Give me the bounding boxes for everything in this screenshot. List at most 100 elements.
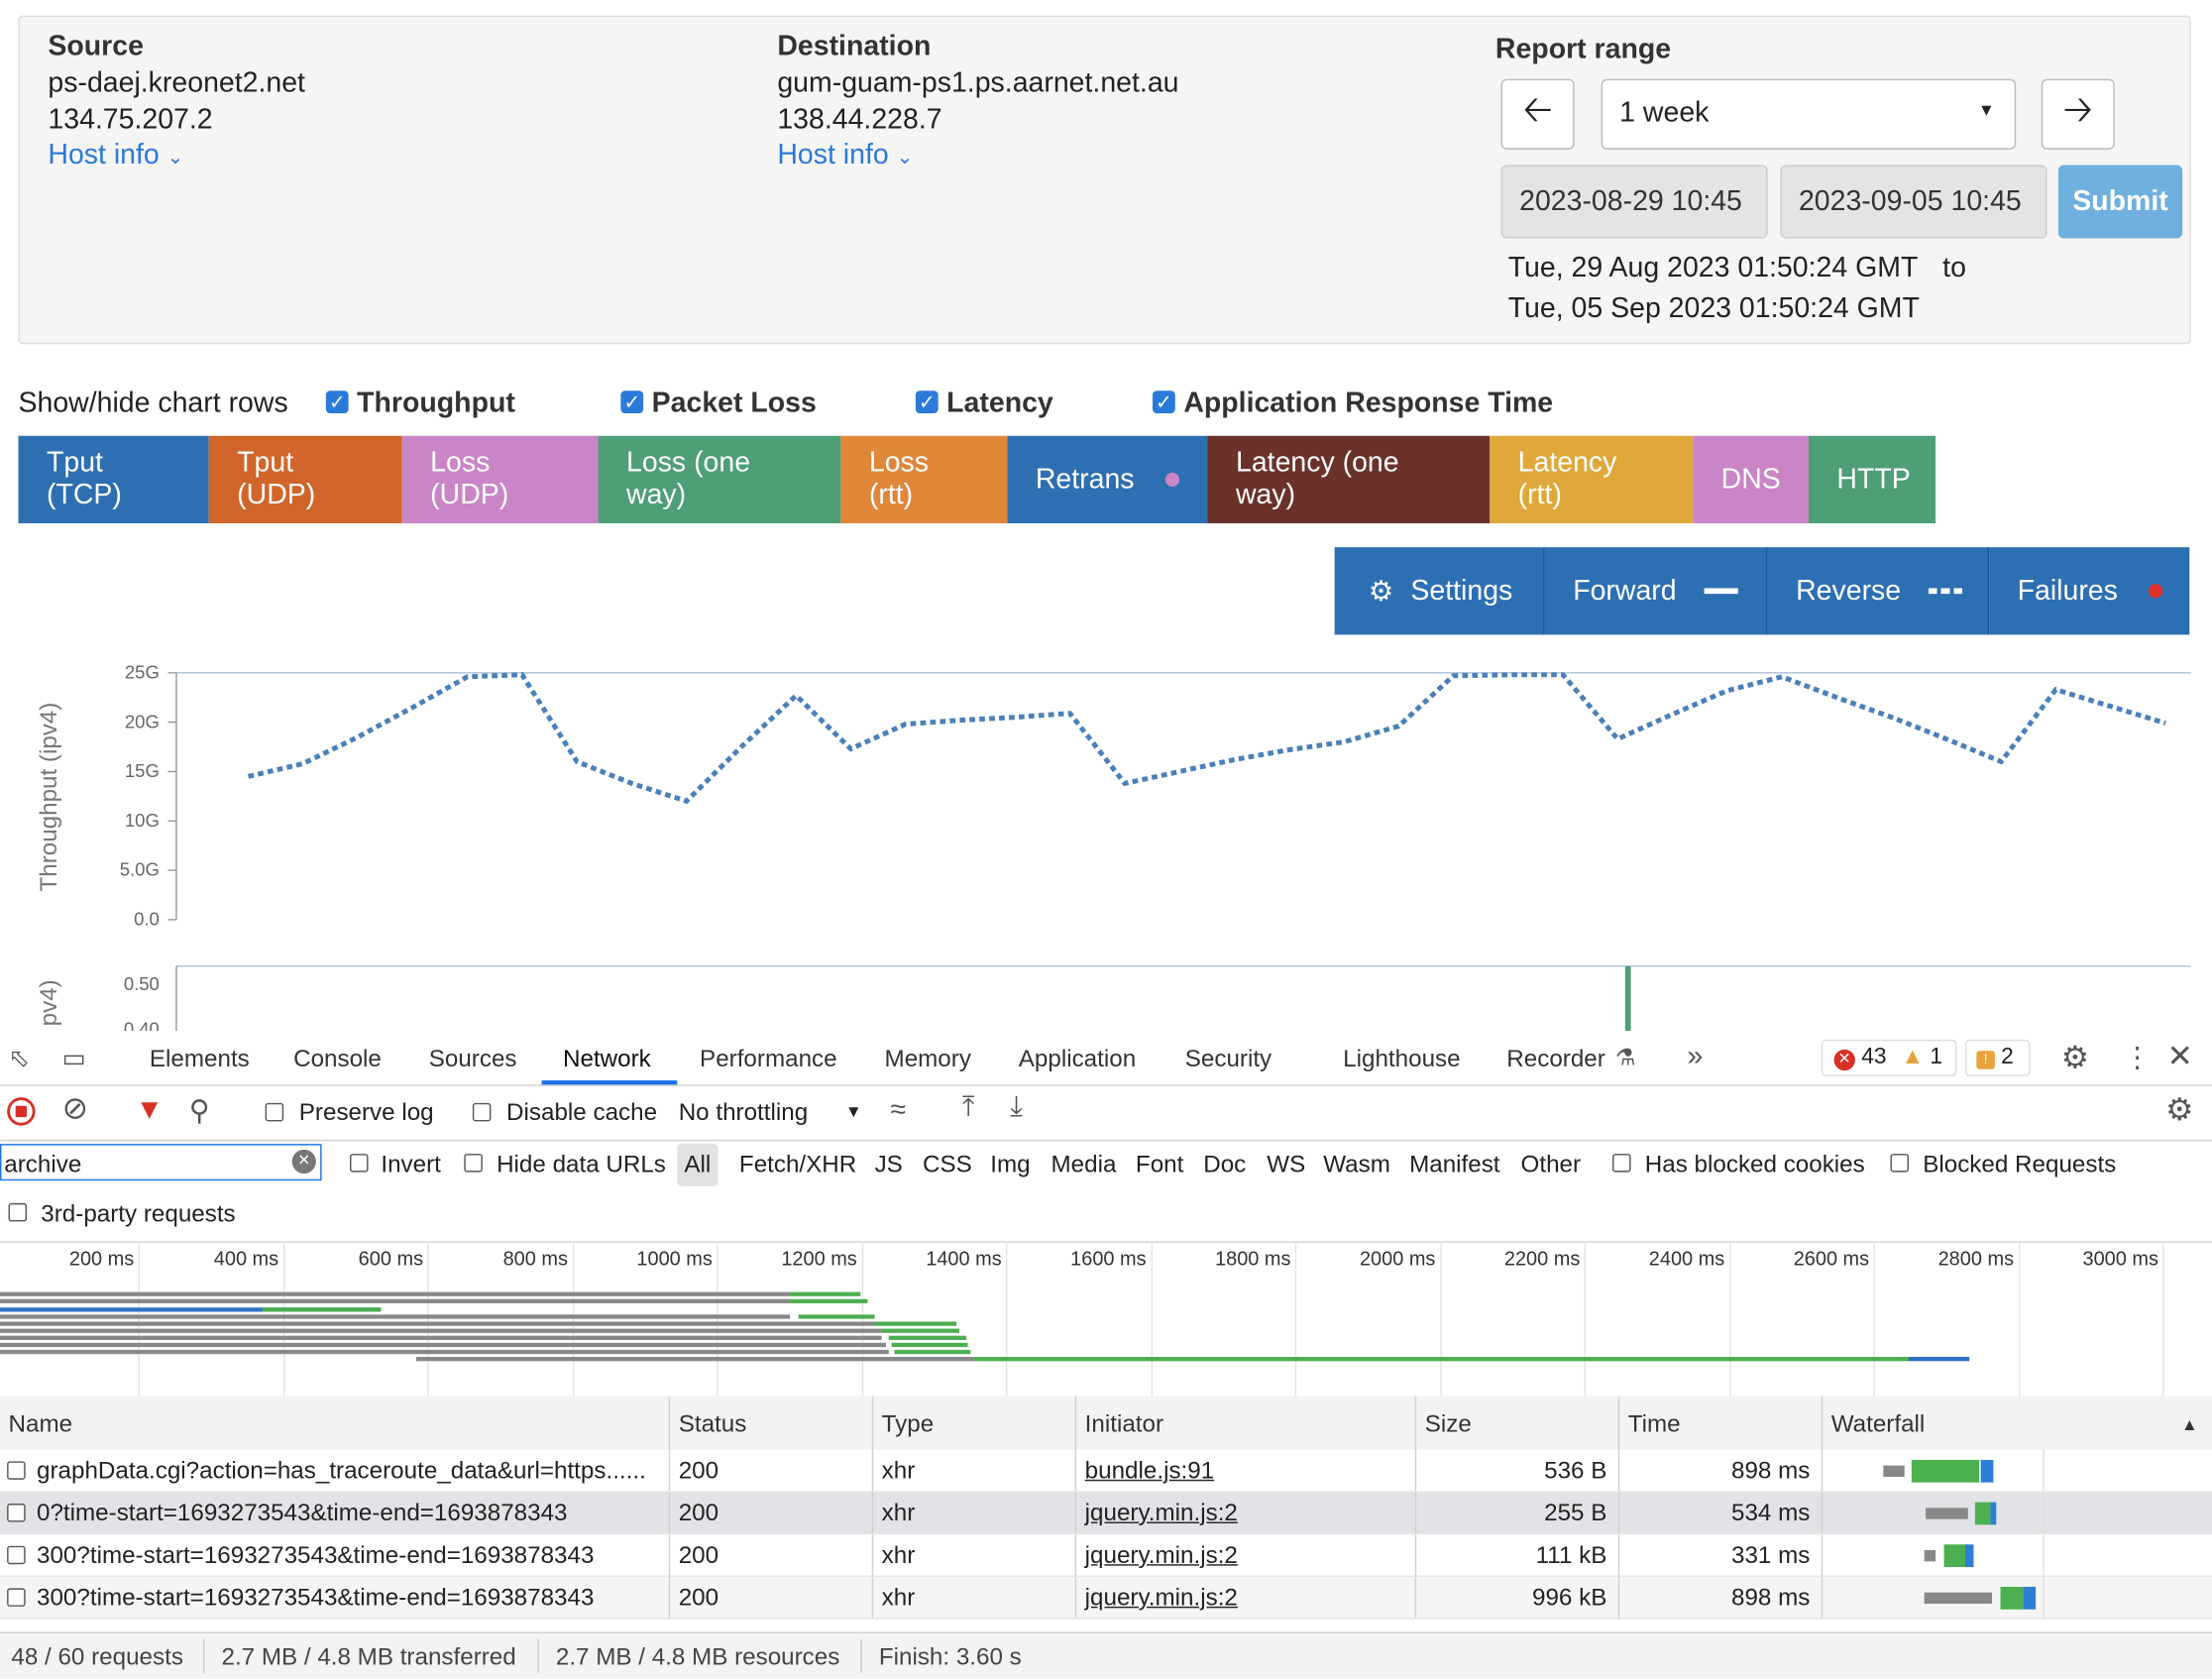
legend-loss-udp[interactable]: Loss (UDP) [401, 435, 599, 523]
table-row[interactable]: 0?time-start=1693273543&time-end=1693878… [0, 1492, 2212, 1535]
tab-console[interactable]: Console [293, 1031, 382, 1084]
packet-loss-checkbox[interactable]: ✓ [620, 391, 644, 413]
legend-latency-one-way[interactable]: Latency (one way) [1207, 435, 1491, 523]
download-icon[interactable]: ⤓ [1010, 1091, 1023, 1124]
legend-tput-tcp[interactable]: Tput (TCP) [18, 435, 209, 523]
throttling-select[interactable]: No throttling ▼ [679, 1099, 862, 1127]
settings-button[interactable]: ⚙ Settings [1334, 547, 1545, 635]
end-date-input[interactable]: 2023-09-05 10:45 [1780, 165, 2047, 239]
clear-log-icon[interactable]: ⊘ [62, 1090, 88, 1127]
hide-data-urls-label: Hide data URLs [497, 1151, 666, 1178]
type-filter-doc[interactable]: Doc [1203, 1151, 1246, 1178]
col-waterfall[interactable]: Waterfall ▲ [1821, 1396, 2212, 1450]
table-row[interactable]: graphData.cgi?action=has_traceroute_data… [0, 1449, 2212, 1493]
col-size[interactable]: Size [1414, 1396, 1618, 1450]
timeline-request-bar [790, 1291, 861, 1296]
request-initiator[interactable]: jquery.min.js:2 [1085, 1541, 1238, 1568]
upload-icon[interactable]: ⤒ [962, 1091, 975, 1124]
record-stop-icon[interactable] [7, 1097, 36, 1126]
row-checkbox[interactable] [7, 1588, 26, 1607]
type-filter-all[interactable]: All [677, 1144, 719, 1186]
failures-button[interactable]: Failures [1989, 547, 2190, 635]
filter-icon[interactable]: ▼ [136, 1094, 164, 1127]
errors-warnings-badge[interactable]: ✕ 43 ▲ 1 [1821, 1039, 1957, 1076]
legend-label: Loss (one way) [626, 447, 751, 511]
tab-application[interactable]: Application [1019, 1031, 1136, 1084]
type-filter-manifest[interactable]: Manifest [1409, 1151, 1499, 1178]
table-row[interactable]: 300?time-start=1693273543&time-end=16938… [0, 1534, 2212, 1578]
tab-security[interactable]: Security [1185, 1031, 1272, 1084]
legend-dns[interactable]: DNS [1693, 435, 1809, 523]
type-filter-css[interactable]: CSS [923, 1151, 972, 1178]
col-type[interactable]: Type [871, 1396, 1075, 1450]
row-checkbox[interactable] [7, 1504, 26, 1522]
type-filter-ws[interactable]: WS [1267, 1151, 1305, 1178]
network-overview-timeline[interactable]: 200 ms 400 ms 600 ms 800 ms 1000 ms 1200 ms 14… [0, 1241, 2212, 1399]
issues-badge[interactable]: ! 2 [1964, 1039, 2031, 1076]
more-tabs-icon[interactable]: » [1688, 1041, 1704, 1073]
filter-input[interactable]: archive ✕ [0, 1144, 322, 1181]
inspect-element-icon[interactable]: ⬁ [9, 1044, 30, 1073]
next-range-button[interactable]: 🡢 [2041, 78, 2115, 150]
kebab-menu-icon[interactable]: ⋮ [2123, 1040, 2151, 1075]
row-checkbox[interactable] [7, 1461, 26, 1480]
type-filter-font[interactable]: Font [1136, 1151, 1183, 1178]
type-filter-img[interactable]: Img [990, 1151, 1030, 1178]
legend-retrans[interactable]: Retrans [1007, 435, 1208, 523]
type-filter-js[interactable]: JS [875, 1151, 903, 1178]
prev-range-button[interactable]: 🡠 [1500, 78, 1575, 150]
third-party-checkbox[interactable] [8, 1202, 28, 1222]
search-icon[interactable]: ⚲ [189, 1093, 210, 1129]
invert-checkbox[interactable] [350, 1154, 369, 1173]
request-initiator[interactable]: jquery.min.js:2 [1085, 1584, 1238, 1611]
type-filter-media[interactable]: Media [1051, 1151, 1117, 1178]
tab-sources[interactable]: Sources [429, 1031, 517, 1084]
type-filter-wasm[interactable]: Wasm [1323, 1151, 1390, 1178]
wifi-settings-icon[interactable]: ≈ [890, 1094, 906, 1127]
source-host-info-link[interactable]: Host info ⌄ [48, 140, 183, 172]
legend-latency-rtt[interactable]: Latency (rtt) [1490, 435, 1694, 523]
blocked-requests-checkbox[interactable] [1890, 1154, 1909, 1173]
legend-loss-rtt[interactable]: Loss (rtt) [840, 435, 1008, 523]
tab-elements[interactable]: Elements [150, 1031, 250, 1084]
legend-http[interactable]: HTTP [1808, 435, 1936, 523]
settings-gear-icon[interactable]: ⚙ [2061, 1040, 2089, 1076]
hide-data-urls-checkbox[interactable] [464, 1154, 483, 1173]
tab-recorder[interactable]: Recorder [1506, 1031, 1605, 1084]
request-initiator[interactable]: bundle.js:91 [1085, 1457, 1215, 1484]
blocked-cookies-checkbox[interactable] [1612, 1154, 1631, 1173]
destination-host-info-link[interactable]: Host info ⌄ [777, 140, 913, 172]
latency-checkbox[interactable]: ✓ [915, 391, 939, 413]
tab-network[interactable]: Network [563, 1031, 651, 1084]
preserve-log-checkbox[interactable] [265, 1102, 284, 1122]
timeline-gridline [2162, 1241, 2164, 1397]
table-row[interactable]: 300?time-start=1693273543&time-end=16938… [0, 1577, 2212, 1620]
col-status[interactable]: Status [668, 1396, 872, 1450]
start-date-input[interactable]: 2023-08-29 10:45 [1500, 165, 1768, 239]
network-settings-icon[interactable]: ⚙ [2165, 1091, 2193, 1128]
submit-button[interactable]: Submit [2057, 165, 2183, 239]
legend-tput-udp[interactable]: Tput (UDP) [208, 435, 402, 523]
close-devtools-icon[interactable]: ✕ [2166, 1038, 2192, 1074]
tab-performance[interactable]: Performance [700, 1031, 837, 1084]
row-checkbox[interactable] [7, 1545, 26, 1565]
waterfall-bar [2000, 1586, 2024, 1610]
device-toggle-icon[interactable]: ▭ [62, 1044, 86, 1073]
tab-lighthouse[interactable]: Lighthouse [1343, 1031, 1460, 1084]
col-time[interactable]: Time [1617, 1396, 1822, 1450]
blocked-requests-label: Blocked Requests [1923, 1151, 2117, 1178]
reverse-button[interactable]: Reverse [1767, 547, 1990, 635]
clear-filter-icon[interactable]: ✕ [291, 1149, 316, 1175]
throughput-checkbox[interactable]: ✓ [325, 391, 349, 413]
col-name[interactable]: Name [0, 1397, 669, 1450]
tab-memory[interactable]: Memory [885, 1031, 971, 1084]
col-initiator[interactable]: Initiator [1074, 1396, 1415, 1450]
forward-button[interactable]: Forward [1544, 547, 1768, 635]
request-initiator[interactable]: jquery.min.js:2 [1085, 1500, 1238, 1526]
type-filter-fetch-xhr[interactable]: Fetch/XHR [739, 1151, 856, 1178]
disable-cache-checkbox[interactable] [472, 1102, 492, 1122]
range-select[interactable]: 1 week ▼ [1601, 78, 2017, 150]
type-filter-other[interactable]: Other [1521, 1151, 1582, 1178]
legend-loss-one-way[interactable]: Loss (one way) [598, 435, 841, 523]
app-response-checkbox[interactable]: ✓ [1152, 391, 1175, 413]
